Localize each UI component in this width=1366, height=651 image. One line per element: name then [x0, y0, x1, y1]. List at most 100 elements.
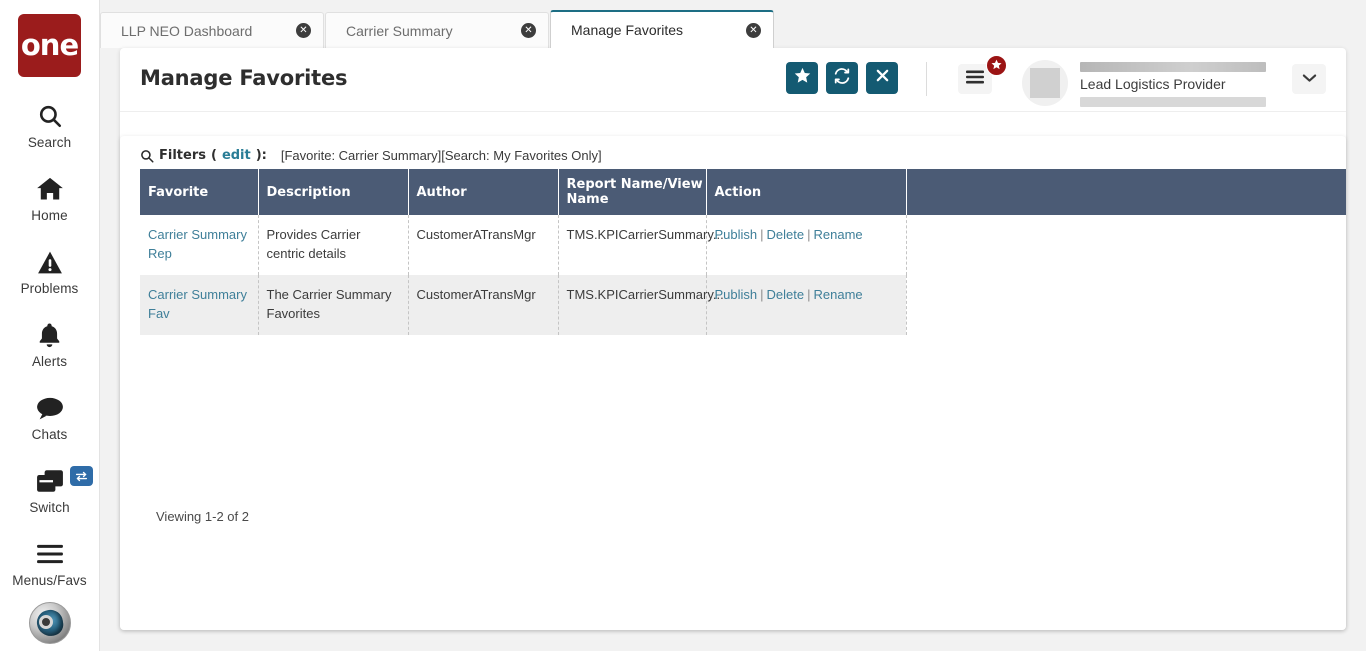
- sidebar-item-label: Alerts: [31, 354, 68, 369]
- action-separator: |: [807, 227, 811, 242]
- delete-link[interactable]: Delete: [767, 287, 805, 302]
- chevron-down-icon: [1302, 70, 1317, 88]
- cell-description: The Carrier Summary Favorites: [258, 275, 409, 335]
- page-header: Manage Favorites Lead Logistics Provider: [120, 48, 1346, 112]
- sidebar-item-switch[interactable]: Switch: [0, 464, 99, 515]
- search-icon: [37, 99, 63, 133]
- filters-open-paren: (: [210, 148, 217, 163]
- user-menu-toggle[interactable]: [1292, 64, 1326, 94]
- left-sidebar: one Search Home Problems Alerts Chats Sw…: [0, 0, 100, 651]
- user-role: Lead Logistics Provider: [1080, 76, 1226, 92]
- cell-empty: [906, 275, 1346, 335]
- sidebar-item-home[interactable]: Home: [0, 172, 99, 223]
- cell-action: Publish | Delete | Rename: [706, 275, 907, 335]
- tab-label: Manage Favorites: [571, 22, 684, 38]
- brand-logo-text: one: [20, 28, 79, 62]
- table-row[interactable]: Carrier Summary Rep Provides Carrier cen…: [140, 215, 1346, 275]
- header-divider: [926, 62, 927, 96]
- sidebar-item-chats[interactable]: Chats: [0, 391, 99, 442]
- favorites-panel: Filters ( edit ): [Favorite: Carrier Sum…: [120, 136, 1346, 630]
- cell-author: CustomerATransMgr: [408, 275, 559, 335]
- favorites-badge[interactable]: [986, 55, 1007, 76]
- swap-arrows-icon[interactable]: [70, 466, 93, 486]
- publish-link[interactable]: Publish: [715, 287, 758, 302]
- cell-favorite: Carrier Summary Rep: [140, 215, 259, 275]
- column-header-description[interactable]: Description: [258, 169, 409, 215]
- cell-empty: [906, 215, 1346, 275]
- avatar[interactable]: [1022, 60, 1068, 106]
- column-header-favorite[interactable]: Favorite: [140, 169, 259, 215]
- chat-bubble-icon: [36, 391, 64, 425]
- favorite-link[interactable]: Carrier Summary Rep: [148, 227, 247, 261]
- action-separator: |: [760, 227, 764, 242]
- delete-link[interactable]: Delete: [767, 227, 805, 242]
- cell-report-name: TMS.KPICarrierSummary...: [558, 275, 724, 335]
- star-icon: [991, 59, 1002, 73]
- close-circle-icon[interactable]: ✕: [296, 23, 311, 38]
- main-area: LLP NEO Dashboard ✕ Carrier Summary ✕ Ma…: [100, 0, 1366, 651]
- redacted-user-name: [1080, 62, 1266, 72]
- header-action-buttons: [786, 62, 898, 94]
- tab-carrier-summary[interactable]: Carrier Summary ✕: [325, 12, 549, 48]
- pagination-status: Viewing 1-2 of 2: [156, 509, 249, 524]
- warning-triangle-icon: [37, 245, 63, 279]
- filters-bar: Filters ( edit ): [Favorite: Carrier Sum…: [120, 136, 1346, 169]
- app-root: one Search Home Problems Alerts Chats Sw…: [0, 0, 1366, 651]
- cell-report-name: TMS.KPICarrierSummary...: [558, 215, 724, 275]
- page-title: Manage Favorites: [140, 66, 348, 90]
- x-icon: [875, 68, 890, 88]
- bell-icon: [37, 318, 62, 352]
- cell-action: Publish | Delete | Rename: [706, 215, 907, 275]
- favorite-link[interactable]: Carrier Summary Fav: [148, 287, 247, 321]
- column-header-action[interactable]: Action: [706, 169, 907, 215]
- cell-favorite: Carrier Summary Fav: [140, 275, 259, 335]
- sidebar-item-label: Home: [31, 208, 68, 223]
- refresh-icon: [833, 67, 851, 90]
- close-circle-icon[interactable]: ✕: [746, 22, 761, 38]
- sidebar-item-alerts[interactable]: Alerts: [0, 318, 99, 369]
- column-header-report-name[interactable]: Report Name/View Name: [558, 169, 707, 215]
- action-separator: |: [760, 287, 764, 302]
- sidebar-item-label: Menus/Favs: [12, 573, 87, 588]
- sidebar-item-search[interactable]: Search: [0, 99, 99, 150]
- column-header-author[interactable]: Author: [408, 169, 559, 215]
- rename-link[interactable]: Rename: [814, 287, 863, 302]
- sidebar-item-problems[interactable]: Problems: [0, 245, 99, 296]
- publish-link[interactable]: Publish: [715, 227, 758, 242]
- table-body: Carrier Summary Rep Provides Carrier cen…: [140, 215, 1346, 335]
- tab-llp-neo-dashboard[interactable]: LLP NEO Dashboard ✕: [100, 12, 324, 48]
- favorite-button[interactable]: [786, 62, 818, 94]
- refresh-button[interactable]: [826, 62, 858, 94]
- close-circle-icon[interactable]: ✕: [521, 23, 536, 38]
- brand-logo[interactable]: one: [18, 14, 81, 77]
- user-info-block: Lead Logistics Provider: [1080, 62, 1266, 107]
- search-icon: [140, 149, 154, 163]
- favorites-table: Favorite Description Author Report Name/…: [140, 169, 1346, 335]
- hamburger-icon: [36, 537, 64, 571]
- filters-edit-link[interactable]: edit: [222, 148, 251, 163]
- table-row[interactable]: Carrier Summary Fav The Carrier Summary …: [140, 275, 1346, 335]
- tab-label: LLP NEO Dashboard: [121, 22, 253, 39]
- tab-label: Carrier Summary: [346, 22, 453, 39]
- action-separator: |: [807, 287, 811, 302]
- home-icon: [36, 172, 64, 206]
- sidebar-item-label: Chats: [31, 427, 68, 442]
- hamburger-icon: [966, 70, 984, 89]
- sidebar-item-label: Switch: [29, 500, 70, 515]
- filters-label: Filters: [159, 148, 206, 163]
- cell-author: CustomerATransMgr: [408, 215, 559, 275]
- sidebar-item-menus-favs[interactable]: Menus/Favs: [0, 537, 99, 588]
- ai-assistant-avatar[interactable]: [28, 602, 71, 644]
- user-avatar-placeholder: [1030, 68, 1060, 98]
- table-header: Favorite Description Author Report Name/…: [140, 169, 1346, 215]
- sidebar-item-label: Search: [27, 135, 72, 150]
- avatar-gear-shape: [38, 615, 53, 629]
- tab-strip: LLP NEO Dashboard ✕ Carrier Summary ✕ Ma…: [100, 10, 775, 48]
- filters-value: [Favorite: Carrier Summary][Search: My F…: [280, 148, 602, 163]
- windows-stack-icon: [36, 464, 64, 498]
- close-button[interactable]: [866, 62, 898, 94]
- table-header-row: Favorite Description Author Report Name/…: [140, 169, 1346, 215]
- tab-manage-favorites[interactable]: Manage Favorites ✕: [550, 10, 774, 48]
- cell-description: Provides Carrier centric details: [258, 215, 409, 275]
- rename-link[interactable]: Rename: [814, 227, 863, 242]
